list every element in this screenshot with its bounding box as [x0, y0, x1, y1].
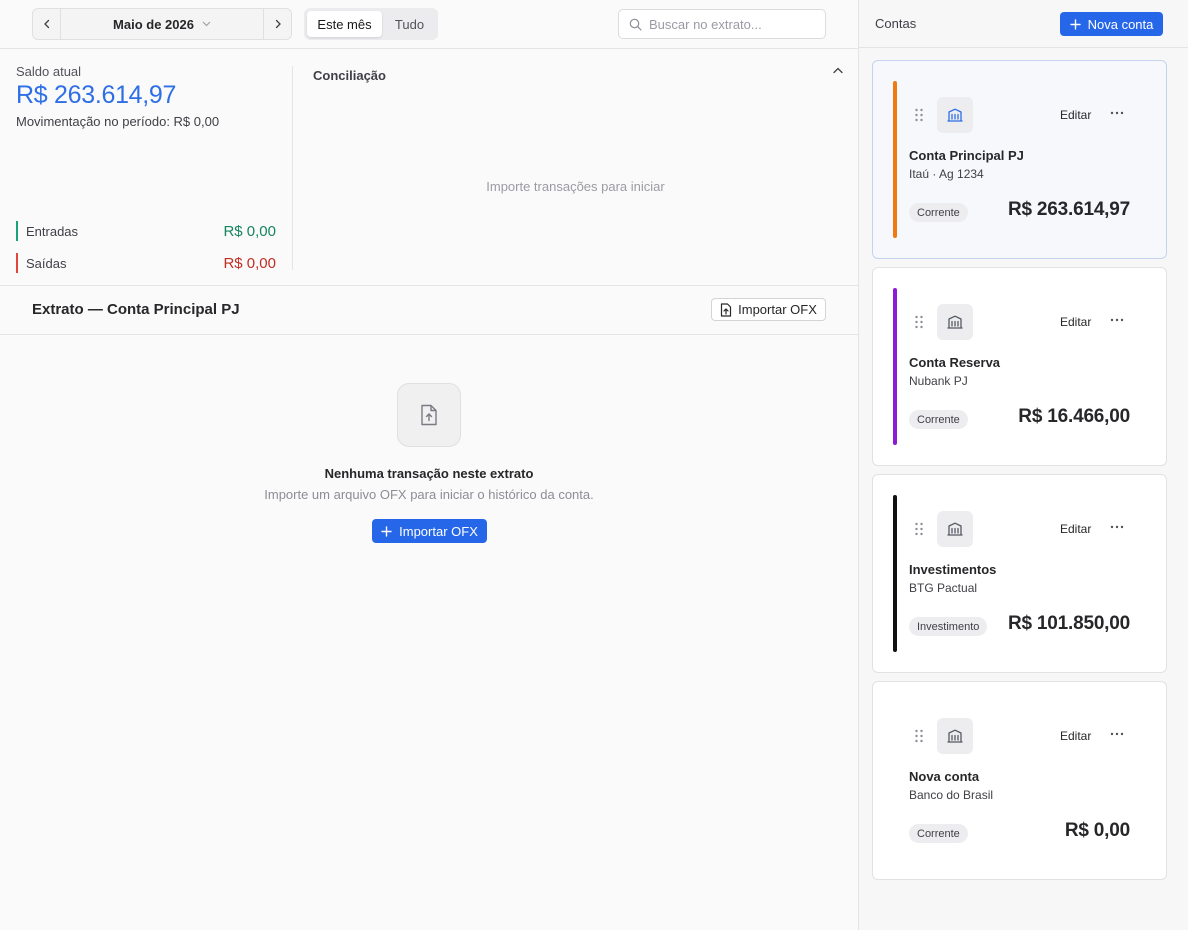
drag-handle-icon[interactable]	[913, 728, 925, 744]
more-horizontal-icon[interactable]	[1109, 727, 1125, 741]
edit-account-button[interactable]: Editar	[1060, 315, 1091, 329]
new-account-label: Nova conta	[1087, 16, 1154, 32]
empty-state-subtitle: Importe um arquivo OFX para iniciar o hi…	[264, 487, 594, 502]
account-balance: R$ 263.614,97	[1007, 199, 1130, 220]
account-card[interactable]: Editar Conta Reserva Nubank PJ Corrente …	[872, 267, 1167, 466]
chevron-left-icon	[43, 19, 49, 29]
more-horizontal-icon[interactable]	[1109, 106, 1125, 120]
period-toggle: Este mês Tudo	[304, 8, 438, 40]
top-toolbar: Maio de 2026 Este mês Tudo	[0, 0, 858, 49]
chevron-down-icon	[202, 21, 211, 27]
account-balance: R$ 101.850,00	[1007, 613, 1130, 634]
new-account-button[interactable]: Nova conta	[1060, 12, 1163, 36]
drag-handle-icon[interactable]	[913, 107, 925, 123]
account-type-badge: Corrente	[909, 410, 968, 429]
divider	[292, 66, 293, 270]
edit-account-button[interactable]: Editar	[1060, 522, 1091, 536]
account-balance: R$ 16.466,00	[1018, 406, 1130, 427]
file-upload-icon	[721, 302, 732, 317]
account-bank: BTG Pactual	[909, 581, 978, 595]
account-bank: Itaú · Ag 1234	[909, 167, 984, 181]
extrato-header: Extrato — Conta Principal PJ Importar OF…	[0, 286, 858, 335]
sidebar-title: Contas	[875, 16, 917, 31]
account-color-stripe	[893, 81, 897, 238]
month-select[interactable]: Maio de 2026	[61, 9, 263, 39]
search-icon	[629, 18, 642, 31]
conciliacao-empty-text: Importe transações para iniciar	[486, 179, 665, 194]
empty-state-icon	[397, 383, 461, 447]
toggle-tudo[interactable]: Tudo	[384, 11, 435, 37]
conciliacao-title: Conciliação	[313, 68, 386, 83]
edit-account-button[interactable]: Editar	[1060, 729, 1091, 743]
entradas-row: Entradas R$ 0,00	[16, 221, 276, 241]
accounts-sidebar: Contas Nova conta Editar Conta Principal…	[858, 0, 1188, 930]
drag-handle-icon[interactable]	[913, 521, 925, 537]
main-panel: Maio de 2026 Este mês Tudo Saldo atual R…	[0, 0, 858, 930]
import-ofx-label: Importar OFX	[738, 302, 817, 317]
account-bank: Nubank PJ	[909, 374, 968, 388]
account-name: Conta Reserva	[909, 355, 1001, 370]
bank-icon	[937, 511, 973, 547]
next-month-button[interactable]	[263, 9, 291, 39]
import-ofx-button[interactable]: Importar OFX	[711, 298, 826, 321]
file-upload-icon	[421, 404, 437, 426]
month-label: Maio de 2026	[113, 16, 194, 32]
import-ofx-primary-label: Importar OFX	[399, 523, 478, 539]
account-color-stripe	[893, 288, 897, 445]
saidas-row: Saídas R$ 0,00	[16, 253, 276, 273]
collapse-button[interactable]	[829, 63, 847, 77]
account-card[interactable]: Editar Nova conta Banco do Brasil Corren…	[872, 681, 1167, 880]
account-type-badge: Corrente	[909, 824, 968, 843]
plus-icon	[1069, 18, 1081, 30]
bank-icon	[937, 304, 973, 340]
chevron-right-icon	[275, 19, 281, 29]
search-input[interactable]	[649, 16, 819, 32]
prev-month-button[interactable]	[33, 9, 61, 39]
empty-state-title: Nenhuma transação neste extrato	[324, 466, 534, 481]
chevron-up-icon	[833, 67, 843, 73]
drag-handle-icon[interactable]	[913, 314, 925, 330]
entradas-value: R$ 0,00	[223, 222, 276, 240]
bank-icon	[937, 718, 973, 754]
saldo-label: Saldo atual	[16, 64, 82, 79]
period-movement: Movimentação no período: R$ 0,00	[16, 114, 220, 129]
account-name: Conta Principal PJ	[909, 148, 1024, 163]
month-navigator: Maio de 2026	[32, 8, 292, 40]
saidas-label: Saídas	[26, 255, 67, 271]
search-box	[618, 9, 826, 39]
account-color-stripe	[893, 495, 897, 652]
account-name: Investimentos	[909, 562, 997, 577]
account-type-badge: Investimento	[909, 617, 988, 636]
entradas-label: Entradas	[26, 223, 79, 239]
account-bank: Banco do Brasil	[909, 788, 994, 802]
account-balance: R$ 0,00	[1064, 820, 1130, 841]
saldo-value: R$ 263.614,97	[16, 81, 177, 109]
toggle-este-mes[interactable]: Este mês	[307, 11, 382, 37]
account-card[interactable]: Editar Conta Principal PJ Itaú · Ag 1234…	[872, 60, 1167, 259]
more-horizontal-icon[interactable]	[1109, 313, 1125, 327]
plus-icon	[381, 525, 392, 537]
account-type-badge: Corrente	[909, 203, 968, 222]
saidas-value: R$ 0,00	[223, 254, 276, 272]
import-ofx-primary-button[interactable]: Importar OFX	[372, 519, 487, 543]
sidebar-header: Contas Nova conta	[859, 0, 1188, 48]
summary-section: Saldo atual R$ 263.614,97 Movimentação n…	[0, 49, 858, 286]
edit-account-button[interactable]: Editar	[1060, 108, 1091, 122]
more-horizontal-icon[interactable]	[1109, 520, 1125, 534]
account-card[interactable]: Editar Investimentos BTG Pactual Investi…	[872, 474, 1167, 673]
bank-icon	[937, 97, 973, 133]
extrato-title: Extrato — Conta Principal PJ	[32, 301, 240, 318]
account-name: Nova conta	[909, 769, 980, 784]
